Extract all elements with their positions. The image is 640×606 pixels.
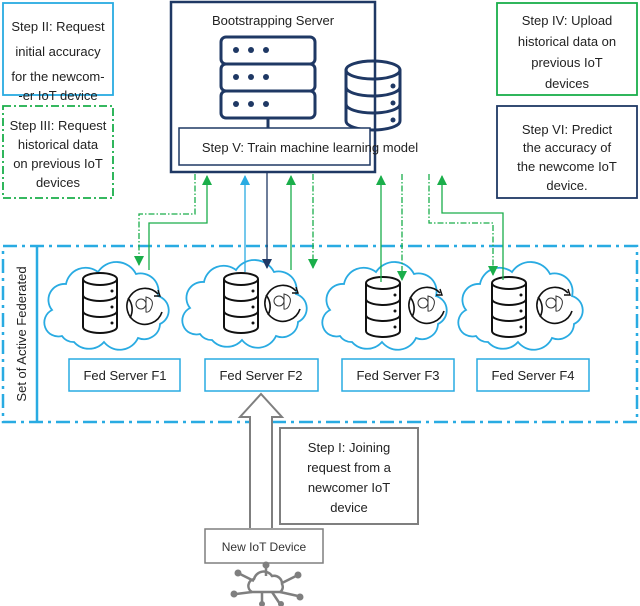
cloud-icon bbox=[457, 261, 584, 351]
arrow-step4-f4 bbox=[437, 175, 504, 280]
iot-cloud-network-icon bbox=[230, 561, 304, 606]
fed-server-f3-label: Fed Server F3 bbox=[356, 368, 439, 383]
step1-box: Step I: Joining request from a newcomer Io… bbox=[279, 427, 419, 525]
joining-request-arrow bbox=[237, 392, 285, 528]
diagram: Step II: Request initial accuracy for the … bbox=[1, 0, 639, 606]
step4-box: Step IV: Upload historical data on previou… bbox=[496, 2, 638, 96]
fed-cloud-f1 bbox=[43, 261, 170, 351]
arrow-step3-f1 bbox=[134, 174, 196, 266]
arrows bbox=[134, 172, 504, 282]
fed-cloud-f2 bbox=[181, 259, 308, 349]
new-iot-device-label: New IoT Device bbox=[222, 540, 307, 554]
step2-box: Step II: Request initial accuracy for the … bbox=[2, 2, 114, 103]
fed-cloud-f4 bbox=[457, 261, 584, 351]
fed-cloud-f3 bbox=[321, 261, 448, 351]
bootstrapping-server: Bootstrapping Server Step V: Train machi… bbox=[169, 0, 418, 174]
step6-box: Step VI: Predict the accuracy of the newco… bbox=[496, 105, 638, 199]
step5-label: Step V: Train machine learning model bbox=[202, 140, 418, 155]
fed-server-f4-label: Fed Server F4 bbox=[491, 368, 574, 383]
federated-set-label: Set of Active Federated bbox=[14, 266, 29, 401]
fed-server-f1-label: Fed Server F1 bbox=[83, 368, 166, 383]
arrow-step4-f1 bbox=[148, 175, 212, 270]
arrow-step3-f4 bbox=[428, 174, 498, 276]
step3-box: Step III: Request historical data on previ… bbox=[2, 105, 114, 199]
fed-server-f2-label: Fed Server F2 bbox=[219, 368, 302, 383]
bootstrapping-server-title: Bootstrapping Server bbox=[212, 13, 335, 28]
